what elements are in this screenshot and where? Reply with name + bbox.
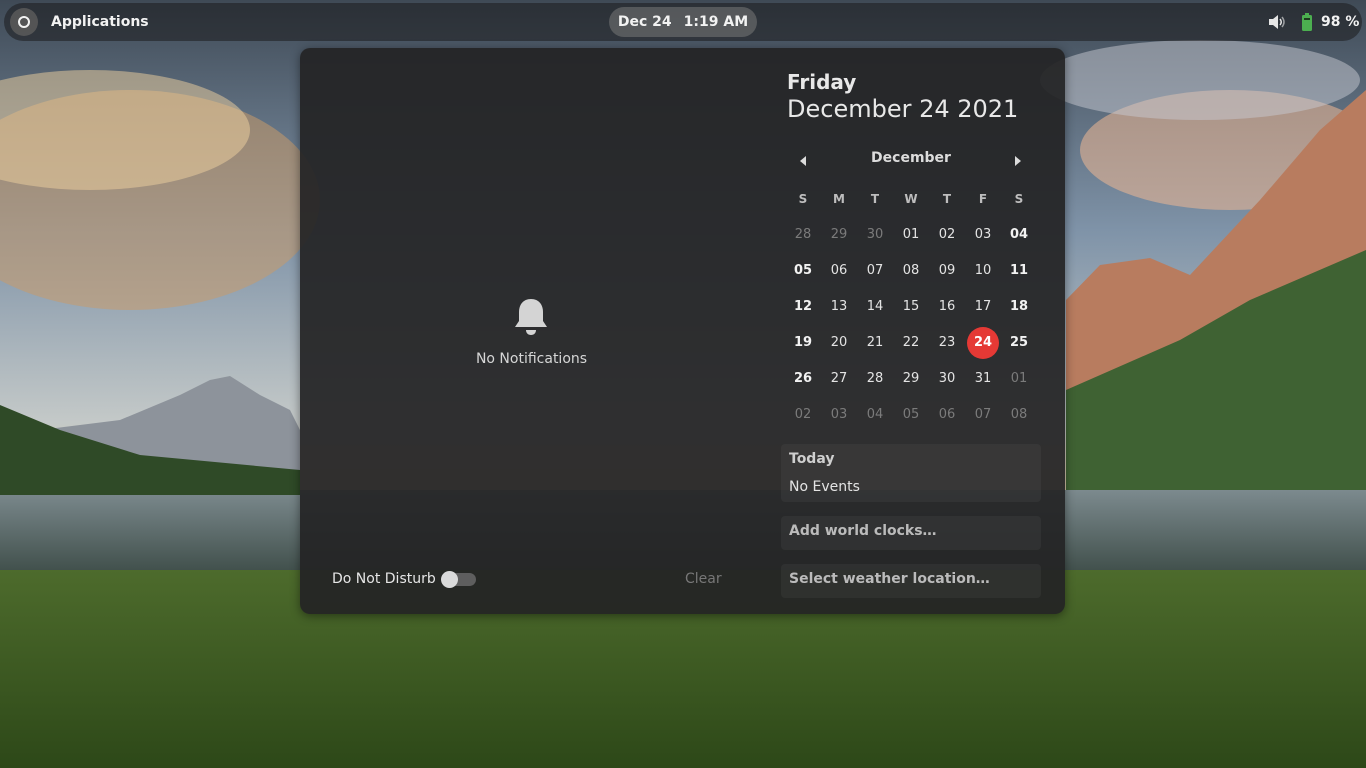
clear-button[interactable]: Clear <box>685 571 722 587</box>
day-header: F <box>978 192 988 206</box>
chevron-right-icon[interactable] <box>1014 155 1022 167</box>
calendar-day[interactable]: 30 <box>931 363 963 395</box>
calendar-day[interactable]: 25 <box>1003 327 1035 359</box>
do-not-disturb-label: Do Not Disturb <box>332 571 436 587</box>
calendar-day[interactable]: 15 <box>895 291 927 323</box>
bell-icon <box>515 299 547 335</box>
day-header: T <box>942 192 952 206</box>
message-tray-popover: No Notifications Do Not Disturb Clear Fr… <box>300 48 1065 614</box>
activities-ring-icon <box>18 16 30 28</box>
calendar-day[interactable]: 05 <box>787 255 819 287</box>
weekday-label: Friday <box>787 70 857 94</box>
events-empty-label: No Events <box>789 479 860 495</box>
calendar-day[interactable]: 14 <box>859 291 891 323</box>
weather-label: Select weather location… <box>789 571 990 587</box>
date-time-button[interactable]: Dec 24 1:19 AM <box>609 7 757 37</box>
day-header: M <box>833 192 845 206</box>
calendar-day[interactable]: 28 <box>787 219 819 251</box>
calendar-day[interactable]: 29 <box>895 363 927 395</box>
top-bar: Applications Dec 24 1:19 AM 98 % <box>4 3 1362 41</box>
calendar-day[interactable]: 19 <box>787 327 819 359</box>
calendar-day[interactable]: 10 <box>967 255 999 287</box>
calendar-day[interactable]: 04 <box>859 399 891 431</box>
day-header: T <box>870 192 880 206</box>
calendar-day[interactable]: 02 <box>787 399 819 431</box>
calendar-day[interactable]: 22 <box>895 327 927 359</box>
battery-icon[interactable] <box>1302 13 1312 31</box>
calendar-day[interactable]: 27 <box>823 363 855 395</box>
calendar-day[interactable]: 17 <box>967 291 999 323</box>
full-date-label[interactable]: December 24 2021 <box>787 95 1018 123</box>
calendar-day[interactable]: 09 <box>931 255 963 287</box>
calendar-day[interactable]: 06 <box>823 255 855 287</box>
notification-list: No Notifications Do Not Disturb Clear <box>300 48 766 614</box>
calendar-day[interactable]: 03 <box>823 399 855 431</box>
calendar-day[interactable]: 30 <box>859 219 891 251</box>
calendar-day[interactable]: 02 <box>931 219 963 251</box>
day-header: S <box>798 192 808 206</box>
events-section[interactable]: Today No Events <box>781 444 1041 502</box>
volume-icon[interactable] <box>1268 14 1286 30</box>
calendar-day[interactable]: 08 <box>895 255 927 287</box>
world-clocks-button[interactable]: Add world clocks… <box>781 516 1041 550</box>
calendar-day[interactable]: 04 <box>1003 219 1035 251</box>
calendar-day[interactable]: 12 <box>787 291 819 323</box>
calendar-day[interactable]: 13 <box>823 291 855 323</box>
day-header: W <box>904 192 918 206</box>
world-clocks-label: Add world clocks… <box>789 523 937 539</box>
calendar-day[interactable]: 20 <box>823 327 855 359</box>
battery-percentage: 98 % <box>1321 14 1360 30</box>
calendar-day[interactable]: 05 <box>895 399 927 431</box>
calendar-day[interactable]: 01 <box>1003 363 1035 395</box>
calendar-day[interactable]: 21 <box>859 327 891 359</box>
month-label: December <box>871 150 951 166</box>
calendar-day[interactable]: 29 <box>823 219 855 251</box>
applications-menu[interactable]: Applications <box>51 3 149 41</box>
calendar-day[interactable]: 16 <box>931 291 963 323</box>
calendar-day[interactable]: 31 <box>967 363 999 395</box>
calendar-day[interactable]: 07 <box>859 255 891 287</box>
weather-button[interactable]: Select weather location… <box>781 564 1041 598</box>
calendar-pane: Friday December 24 2021 December S M T W T F S… <box>766 48 1065 614</box>
calendar-day[interactable]: 23 <box>931 327 963 359</box>
do-not-disturb-switch[interactable] <box>441 571 476 588</box>
no-notifications-label: No Notifications <box>475 351 588 367</box>
calendar-day[interactable]: 01 <box>895 219 927 251</box>
switch-knob <box>441 571 458 588</box>
day-header: S <box>1014 192 1024 206</box>
calendar-day[interactable]: 08 <box>1003 399 1035 431</box>
calendar-day[interactable]: 28 <box>859 363 891 395</box>
calendar-day[interactable]: 11 <box>1003 255 1035 287</box>
calendar-day[interactable]: 26 <box>787 363 819 395</box>
calendar-day[interactable]: 07 <box>967 399 999 431</box>
clock-time: 1:19 AM <box>683 14 749 30</box>
activities-button[interactable] <box>10 8 38 36</box>
events-title: Today <box>789 451 835 467</box>
calendar-day-today[interactable]: 24 <box>967 327 999 359</box>
calendar-day[interactable]: 06 <box>931 399 963 431</box>
calendar-day[interactable]: 03 <box>967 219 999 251</box>
clock-date: Dec 24 <box>617 14 672 30</box>
desktop: Applications Dec 24 1:19 AM 98 % No Noti… <box>0 0 1366 768</box>
calendar-day[interactable]: 18 <box>1003 291 1035 323</box>
